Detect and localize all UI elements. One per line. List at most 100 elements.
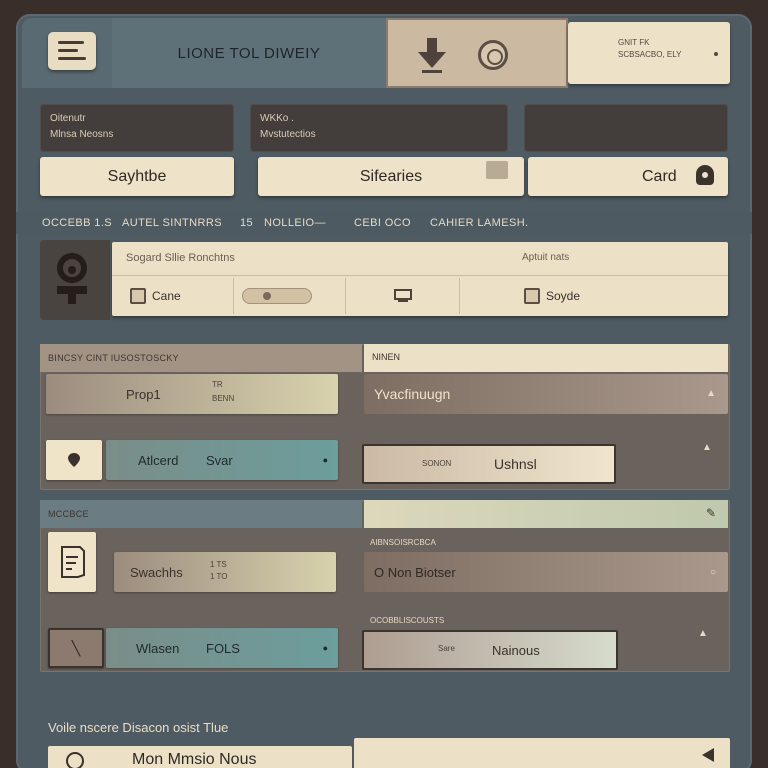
lock-panel (40, 240, 110, 320)
field-teal[interactable]: Atlcerd Svar ● (106, 440, 338, 480)
breadcrumb-item[interactable]: CAHIER LAMESH. (430, 217, 529, 229)
field-label: Atlcerd (138, 452, 179, 468)
menu-line-icon (58, 57, 86, 60)
cell-text: Soyde (546, 289, 581, 303)
toggle-switch[interactable] (242, 288, 312, 304)
field-input[interactable]: SONON Ushnsl (362, 444, 616, 484)
card-label: Oitenutr (50, 113, 86, 124)
field-label: Svar (206, 452, 233, 468)
field-label: FOLS (206, 640, 240, 656)
dot-icon (714, 52, 718, 56)
panel-title: BINCSY CINT IUSOSTOSCKY (40, 344, 362, 372)
field-meta: SONON (422, 459, 452, 468)
footer-button[interactable]: Mon Mmsio Nous (48, 746, 352, 768)
table-cell[interactable] (234, 278, 346, 314)
field-meta: 1 TO (210, 572, 228, 581)
card-value: Mvstutectios (260, 129, 316, 140)
action-button-2[interactable]: Sifearies (258, 157, 524, 196)
menu-line-icon (58, 41, 84, 44)
field-meta: TR (212, 380, 223, 389)
slash-icon: ╲ (71, 639, 81, 656)
breadcrumb-item[interactable]: CEBI OCO (354, 217, 411, 229)
dot-icon: ● (322, 455, 328, 465)
field-label: Swachhs (130, 564, 183, 580)
arrow-left-icon[interactable] (702, 748, 714, 762)
padlock-icon (57, 253, 87, 304)
info-panel: GNIT FK SCBSACBO, ELY (568, 22, 730, 84)
card-label: WKKo . (260, 113, 294, 124)
breadcrumb-item[interactable]: AUTEL SINTNRRS (122, 217, 222, 229)
mail-icon (486, 161, 508, 179)
field-input[interactable]: Sare Nainous (362, 630, 618, 670)
info-card: Oitenutr Mlnsa Neosns (40, 104, 234, 152)
download-icon[interactable] (418, 38, 446, 74)
card-button[interactable]: Card (528, 157, 728, 196)
field-prop[interactable]: Prop1 TR BENN (46, 374, 338, 414)
lock-icon (696, 165, 714, 185)
arrow-up-icon[interactable]: ▲ (698, 628, 708, 639)
checkbox-icon[interactable] (524, 288, 540, 304)
field-teal[interactable]: Wlasen FOLS ● (106, 628, 338, 668)
panel-one: BINCSY CINT IUSOSTOSCKY NINEN Prop1 TR B… (40, 344, 730, 490)
dot-icon: ● (322, 643, 328, 653)
toolbar (386, 18, 568, 88)
breadcrumb-item[interactable]: NOLLEIO— (264, 217, 326, 229)
field-label: Wlasen (136, 640, 180, 656)
section-label: OCOBBLISCOUSTS (370, 616, 445, 625)
button-label: Mon Mmsio Nous (132, 751, 257, 768)
footer-label: Voile nscere Disacon osist Tlue (48, 720, 229, 735)
scroll-document-icon (61, 546, 85, 578)
arrow-up-icon[interactable]: ▲ (702, 442, 712, 453)
field-label: O Non Biotser (374, 564, 456, 580)
breadcrumb: OCCEBB 1.S AUTEL SINTNRRS 15 NOLLEIO— CE… (16, 212, 752, 234)
document-button[interactable] (48, 532, 96, 592)
column-header: Aptuit nats (522, 252, 570, 263)
info-card (524, 104, 728, 152)
breadcrumb-item[interactable]: OCCEBB 1.S (42, 217, 112, 229)
field-switch[interactable]: Swachhs 1 TS 1 TO (114, 552, 336, 592)
card-value: Mlnsa Neosns (50, 129, 114, 140)
info-card: WKKo . Mvstutectios (250, 104, 508, 152)
field-value: Ushnsl (494, 456, 537, 472)
field-label: Prop1 (126, 386, 161, 402)
panel-header-label: NINEN (372, 352, 401, 362)
table-cell[interactable] (346, 278, 460, 314)
button-label: Card (642, 167, 677, 185)
panel-header: NINEN (364, 344, 728, 372)
settings-dial-icon[interactable] (478, 40, 508, 70)
info-line: SCBSACBO, ELY (618, 50, 682, 59)
footer-input[interactable] (354, 738, 730, 768)
map-pin-icon (68, 453, 80, 467)
menu-tile (22, 18, 112, 88)
column-header: Sogard Sllie Ronchtns (126, 252, 235, 264)
location-button[interactable] (46, 440, 102, 480)
field-wide[interactable]: O Non Biotser ○ (364, 552, 728, 592)
arrow-up-icon[interactable]: ▲ (706, 388, 716, 399)
globe-icon (66, 752, 84, 768)
section-label: AIBNSOISRCBCA (370, 538, 436, 547)
panel-two: MCCBCE ✎ Swachhs 1 TS 1 TO AIBNSOISRCBCA… (40, 500, 730, 672)
keyboard-icon (393, 289, 412, 302)
slash-button[interactable]: ╲ (48, 628, 104, 668)
action-button-1[interactable]: Sayhtbe (40, 157, 234, 196)
table-header: Sogard Sllie Ronchtns Aptuit nats (112, 242, 728, 276)
button-label: Sifearies (359, 167, 423, 185)
field-meta: 1 TS (210, 560, 227, 569)
edit-icon[interactable]: ✎ (706, 506, 716, 520)
menu-line-icon (58, 49, 78, 52)
field-label: Yvacfinuugn (374, 386, 451, 402)
header: LIONE TOL DIWEIY GNIT FK SCBSACBO, ELY (22, 18, 746, 88)
cell-text: Cane (152, 289, 181, 303)
radio-icon[interactable]: ○ (710, 567, 716, 578)
panel-header: ✎ (364, 500, 728, 528)
field-meta: Sare (438, 644, 455, 653)
table-cell[interactable]: Soyde (460, 278, 728, 314)
table-cell[interactable]: Cane (112, 278, 234, 314)
field-wide[interactable]: Yvacfinuugn ▲ (364, 374, 728, 414)
menu-button[interactable] (48, 32, 96, 70)
breadcrumb-item[interactable]: 15 (240, 217, 253, 229)
title-bar: LIONE TOL DIWEIY (112, 18, 386, 88)
data-table: Sogard Sllie Ronchtns Aptuit nats Cane S… (112, 242, 728, 316)
checkbox-icon[interactable] (130, 288, 146, 304)
info-line: GNIT FK (618, 38, 650, 47)
